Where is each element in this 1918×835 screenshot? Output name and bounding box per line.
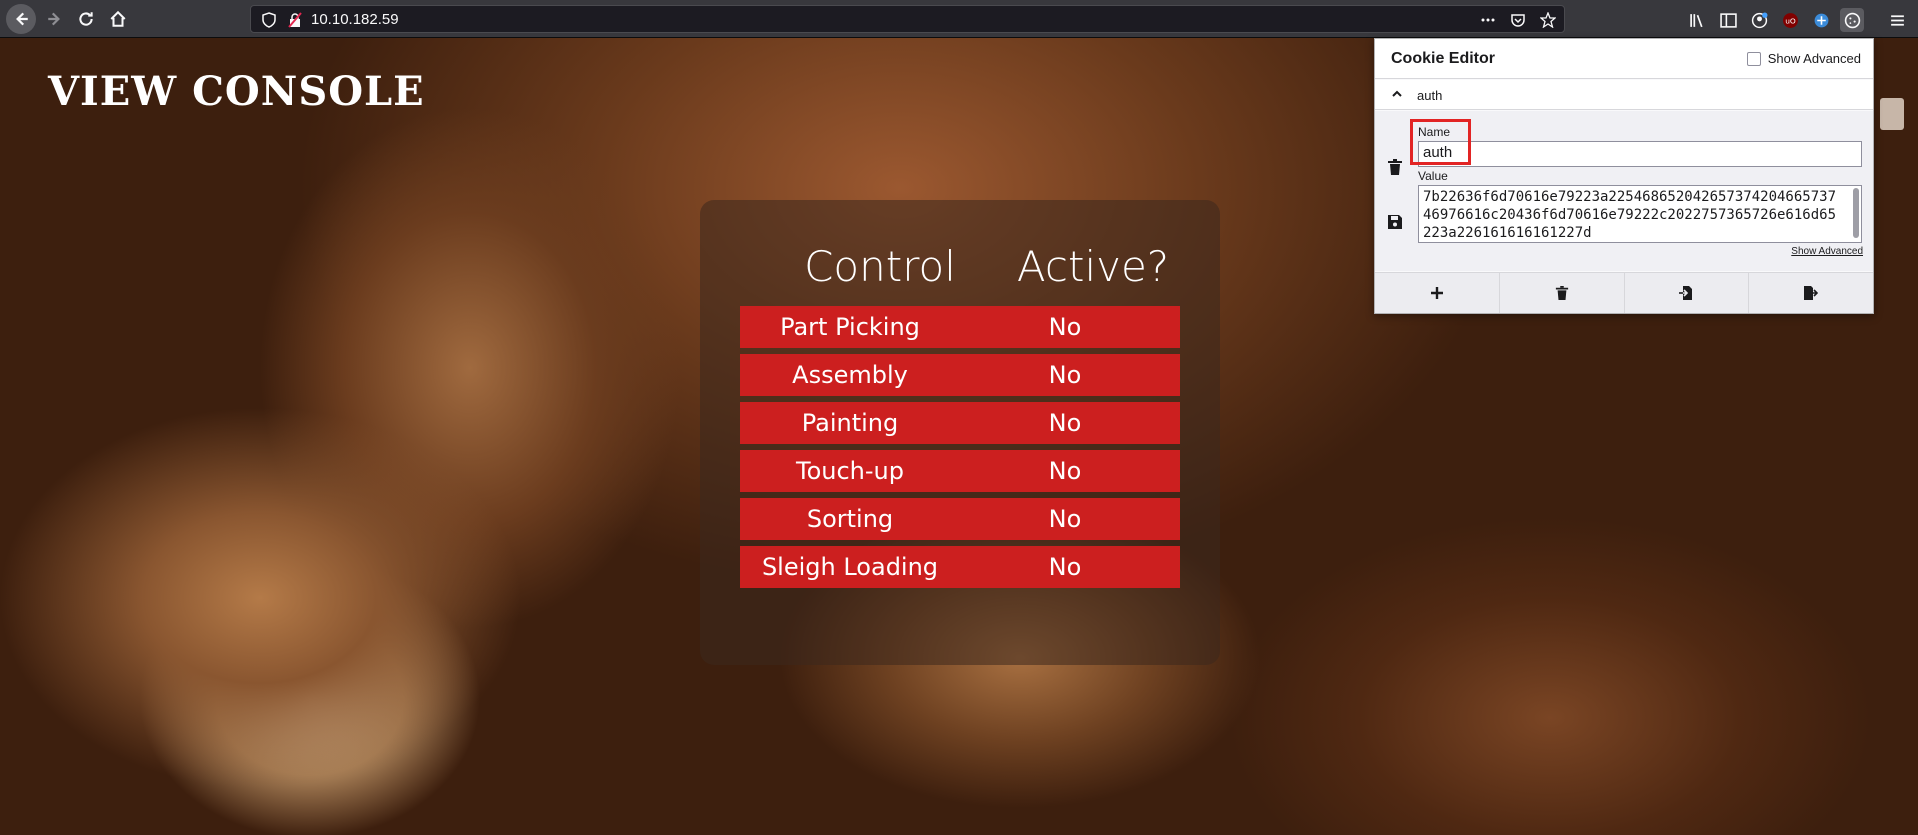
save-icon[interactable] [1388, 215, 1402, 229]
row-active: No [1048, 505, 1082, 533]
page-title: VIEW CONSOLE [48, 68, 425, 115]
value-label: Value [1418, 169, 1448, 183]
bookmark-star-icon[interactable] [1538, 10, 1558, 30]
cookie-editor-popup: Cookie Editor Show Advanced auth Name au… [1374, 38, 1874, 314]
cookie-edit-form: Name auth Value 7b22636f6d70616e79223a22… [1375, 111, 1873, 271]
back-arrow-icon[interactable] [6, 4, 36, 34]
table-row: Assembly No [740, 354, 1180, 396]
row-active: No [1048, 553, 1082, 581]
home-icon[interactable] [103, 4, 133, 34]
table-row: Sleigh Loading No [740, 546, 1180, 588]
row-control: Sleigh Loading [761, 553, 939, 581]
cookie-name-input[interactable]: auth [1418, 141, 1862, 167]
export-button[interactable] [1749, 273, 1873, 313]
console-table-header: Control Active? [700, 242, 1220, 298]
row-control: Touch-up [796, 457, 904, 485]
show-advanced-link[interactable]: Show Advanced [1791, 246, 1863, 257]
cookie-value-text: 7b22636f6d70616e79223a225468652042657374… [1423, 189, 1837, 241]
show-advanced-toggle[interactable]: Show Advanced [1746, 51, 1861, 66]
account-icon[interactable] [1747, 8, 1771, 32]
pocket-icon[interactable] [1508, 10, 1528, 30]
row-active: No [1048, 361, 1082, 389]
cookie-list-item[interactable]: auth [1375, 80, 1873, 110]
value-scrollbar[interactable] [1853, 188, 1859, 238]
library-icon[interactable] [1685, 8, 1709, 32]
table-row: Touch-up No [740, 450, 1180, 492]
trash-icon [1555, 286, 1568, 300]
row-control: Painting [801, 409, 899, 437]
more-dots-icon[interactable] [1478, 10, 1498, 30]
row-active: No [1048, 457, 1082, 485]
header-control: Control [804, 242, 956, 291]
row-active: No [1048, 313, 1082, 341]
cookie-value-textarea[interactable]: 7b22636f6d70616e79223a225468652042657374… [1418, 185, 1862, 243]
forward-arrow-icon[interactable] [40, 4, 70, 34]
url-text[interactable]: 10.10.182.59 [311, 11, 399, 28]
sidebar-icon[interactable] [1716, 8, 1740, 32]
import-button[interactable] [1625, 273, 1750, 313]
row-control: Part Picking [780, 313, 920, 341]
reload-icon[interactable] [71, 4, 101, 34]
export-icon [1804, 286, 1819, 300]
table-row: Part Picking No [740, 306, 1180, 348]
header-active: Active? [1016, 242, 1170, 291]
insecure-lock-icon[interactable] [287, 12, 303, 28]
show-advanced-checkbox[interactable] [1746, 51, 1761, 66]
shield-icon[interactable] [261, 12, 277, 28]
cookie-editor-header: Cookie Editor Show Advanced [1375, 39, 1873, 79]
show-advanced-label: Show Advanced [1767, 51, 1861, 66]
trash-icon[interactable] [1388, 159, 1402, 175]
url-bar[interactable]: 10.10.182.59 [250, 5, 1565, 33]
plus-icon [1430, 287, 1443, 299]
hamburger-menu-icon[interactable] [1885, 8, 1909, 32]
name-highlight-box [1410, 119, 1471, 165]
console-panel: Control Active? Part Picking No Assembly… [700, 200, 1220, 665]
cookie-editor-footer [1375, 272, 1873, 313]
import-icon [1679, 286, 1693, 300]
browser-toolbar: 10.10.182.59 uO [0, 0, 1918, 38]
row-control: Sorting [806, 505, 894, 533]
svg-text:uO: uO [1785, 16, 1796, 25]
delete-all-button[interactable] [1500, 273, 1625, 313]
chevron-up-icon[interactable] [1391, 88, 1403, 100]
page-corner-button[interactable] [1880, 98, 1904, 130]
add-cookie-button[interactable] [1375, 273, 1500, 313]
table-row: Painting No [740, 402, 1180, 444]
row-control: Assembly [792, 361, 908, 389]
row-active: No [1048, 409, 1082, 437]
cookie-editor-title: Cookie Editor [1391, 50, 1496, 67]
cookie-editor-icon[interactable] [1840, 8, 1864, 32]
ublock-icon[interactable]: uO [1778, 8, 1802, 32]
table-row: Sorting No [740, 498, 1180, 540]
extension-icon[interactable] [1809, 8, 1833, 32]
cookie-list-name: auth [1417, 88, 1443, 103]
